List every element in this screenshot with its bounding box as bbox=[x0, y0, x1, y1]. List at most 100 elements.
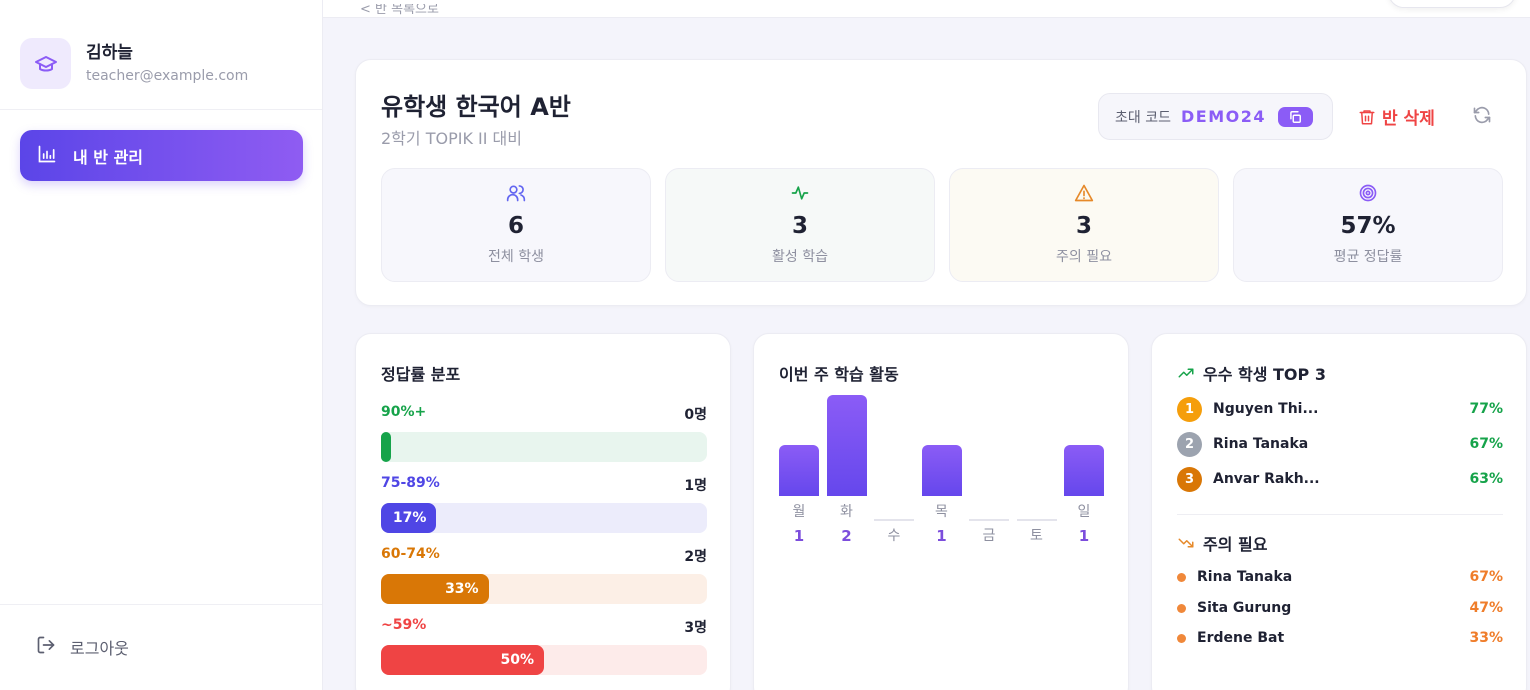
distribution-row: 90%+ 0명 bbox=[381, 404, 707, 462]
card-title: 이번 주 학습 활동 bbox=[779, 365, 899, 384]
invite-code-value: DEMO24 bbox=[1180, 107, 1266, 126]
student-name: Anvar Rakh... bbox=[1213, 471, 1320, 487]
stat-label: 활성 학습 bbox=[772, 249, 828, 265]
activity-day-column: 목1 bbox=[921, 389, 962, 549]
card-title: 정답률 분포 bbox=[381, 365, 461, 384]
student-ranking-card: 우수 학생 TOP 3 1 Nguyen Thi... 77% 2 Rina Tanak… bbox=[1151, 333, 1527, 690]
attention-student-row[interactable]: Sita Gurung 47% bbox=[1177, 598, 1503, 618]
top-bar-control[interactable] bbox=[1388, 0, 1516, 8]
attention-student-row[interactable]: Erdene Bat 33% bbox=[1177, 628, 1503, 648]
progress-fill: 50% bbox=[381, 645, 544, 675]
stat-total-students: 6 전체 학생 bbox=[381, 168, 651, 282]
nav-item-my-classes[interactable]: 내 반 관리 bbox=[20, 130, 303, 181]
activity-bar-empty bbox=[1016, 519, 1057, 521]
activity-day-column: 수 bbox=[874, 389, 914, 549]
progress-track: 50% bbox=[381, 645, 707, 675]
top-student-row[interactable]: 2 Rina Tanaka 67% bbox=[1177, 431, 1503, 457]
student-count: 3명 bbox=[684, 620, 707, 636]
progress-fill bbox=[381, 432, 391, 462]
activity-bar-empty bbox=[874, 519, 914, 521]
progress-fill: 33% bbox=[381, 574, 489, 604]
attention-title: 주의 필요 bbox=[1203, 535, 1268, 554]
top-students-title: 우수 학생 TOP 3 bbox=[1203, 365, 1326, 384]
day-count: 2 bbox=[841, 527, 852, 545]
student-name: Nguyen Thi... bbox=[1213, 401, 1319, 417]
stat-value: 3 bbox=[1075, 213, 1092, 239]
student-accuracy: 47% bbox=[1469, 600, 1503, 616]
student-accuracy: 77% bbox=[1469, 401, 1503, 417]
logout-button[interactable]: 로그아웃 bbox=[36, 635, 129, 659]
refresh-button[interactable] bbox=[1472, 105, 1492, 129]
progress-track: 17% bbox=[381, 503, 707, 533]
activity-day-column: 월1 bbox=[779, 389, 819, 549]
top-bar bbox=[323, 0, 1530, 18]
warning-icon bbox=[950, 183, 1218, 203]
student-name: Sita Gurung bbox=[1197, 600, 1292, 616]
day-count: 1 bbox=[1078, 527, 1090, 545]
stat-value: 6 bbox=[507, 213, 524, 239]
bar-chart-icon bbox=[37, 144, 57, 168]
nav-item-label: 내 반 관리 bbox=[73, 147, 144, 167]
activity-day-column: 토 bbox=[1016, 389, 1057, 549]
user-name: 김하늘 bbox=[86, 42, 133, 63]
attention-student-row[interactable]: Rina Tanaka 67% bbox=[1177, 567, 1503, 587]
delete-class-button[interactable]: 반 삭제 bbox=[1358, 104, 1435, 129]
student-accuracy: 67% bbox=[1469, 569, 1503, 585]
day-label: 목 bbox=[935, 504, 948, 520]
top-students-header: 우수 학생 TOP 3 bbox=[1177, 361, 1326, 385]
target-icon bbox=[1234, 183, 1502, 203]
divider bbox=[1177, 514, 1503, 515]
day-count: 1 bbox=[793, 527, 805, 545]
progress-fill: 17% bbox=[381, 503, 437, 533]
stat-average-accuracy: 57% 평균 정답률 bbox=[1233, 168, 1503, 282]
status-dot bbox=[1177, 633, 1186, 643]
graduation-cap-icon bbox=[20, 38, 71, 89]
status-dot bbox=[1177, 603, 1186, 613]
student-count: 0명 bbox=[684, 407, 707, 423]
status-dot bbox=[1177, 572, 1186, 582]
delete-class-label: 반 삭제 bbox=[1382, 109, 1435, 129]
class-title: 유학생 한국어 A반 bbox=[381, 93, 571, 121]
invite-code-box: 초대 코드 DEMO24 bbox=[1098, 93, 1333, 140]
class-summary-card: 유학생 한국어 A반 2학기 TOPIK II 대비 초대 코드 DEMO24 … bbox=[355, 59, 1527, 306]
activity-bar bbox=[921, 445, 962, 496]
range-label: 75-89% bbox=[381, 475, 440, 491]
rank-badge: 2 bbox=[1177, 431, 1202, 457]
progress-track: 33% bbox=[381, 574, 707, 604]
top-student-row[interactable]: 3 Anvar Rakh... 63% bbox=[1177, 466, 1503, 492]
progress-track bbox=[381, 432, 707, 462]
activity-bar bbox=[779, 445, 819, 496]
stat-label: 주의 필요 bbox=[1056, 249, 1112, 265]
day-count: 1 bbox=[936, 527, 947, 545]
day-label: 일 bbox=[1077, 504, 1091, 520]
activity-day-column: 화2 bbox=[826, 389, 867, 549]
copy-button[interactable] bbox=[1277, 106, 1313, 127]
stat-label: 평균 정답률 bbox=[1333, 249, 1403, 265]
divider bbox=[0, 109, 322, 110]
rank-badge: 1 bbox=[1177, 396, 1202, 422]
distribution-row: 60-74% 2명 33% bbox=[381, 546, 707, 604]
student-count: 2명 bbox=[684, 549, 707, 565]
invite-code-label: 초대 코드 bbox=[1115, 109, 1171, 126]
student-name: Rina Tanaka bbox=[1213, 436, 1309, 452]
accuracy-distribution-card: 정답률 분포 90%+ 0명 75-89% 1명 17% 60-74% 2명 33% ~59% 3… bbox=[355, 333, 731, 690]
sidebar: 김하늘 teacher@example.com 내 반 관리 로그아웃 bbox=[0, 0, 323, 690]
copy-icon bbox=[1290, 110, 1302, 123]
back-link[interactable]: < 반 목록으로 bbox=[360, 4, 439, 18]
class-subtitle: 2학기 TOPIK II 대비 bbox=[381, 129, 522, 148]
users-icon bbox=[382, 183, 650, 203]
student-name: Rina Tanaka bbox=[1197, 569, 1293, 585]
activity-day-column: 일1 bbox=[1064, 389, 1104, 549]
top-student-row[interactable]: 1 Nguyen Thi... 77% bbox=[1177, 396, 1503, 422]
refresh-icon bbox=[1473, 106, 1491, 124]
activity-day-column: 금 bbox=[969, 389, 1009, 549]
student-accuracy: 33% bbox=[1469, 630, 1503, 646]
student-count: 1명 bbox=[684, 478, 707, 494]
activity-chart: 월1화2수목1금토일1 bbox=[779, 389, 1105, 549]
attention-header: 주의 필요 bbox=[1177, 531, 1267, 555]
day-label: 수 bbox=[887, 528, 901, 544]
trending-up-icon bbox=[1178, 368, 1194, 378]
student-accuracy: 63% bbox=[1469, 471, 1503, 487]
range-label: 90%+ bbox=[381, 404, 427, 420]
distribution-row: 75-89% 1명 17% bbox=[381, 475, 707, 533]
